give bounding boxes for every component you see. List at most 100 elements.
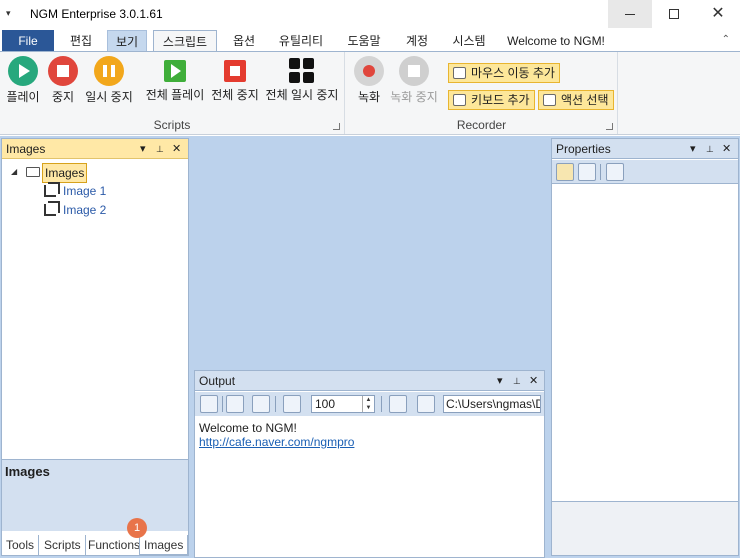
- pause-all-icon: [289, 58, 315, 84]
- list-icon[interactable]: [252, 395, 270, 413]
- folder-icon: [26, 167, 40, 177]
- add-mouse-move-button[interactable]: 마우스 이동 추가: [448, 63, 560, 83]
- line-count-value: 100: [315, 397, 336, 411]
- dropdown-icon[interactable]: ▾: [690, 139, 696, 159]
- maximize-icon: [669, 9, 679, 19]
- output-log: Welcome to NGM! http://cafe.naver.com/ng…: [199, 421, 354, 449]
- new-document-icon[interactable]: [226, 395, 244, 413]
- tab-edit[interactable]: 편집: [62, 30, 100, 52]
- images-panel-header: Images ▾ ⊥ ✕: [2, 139, 188, 159]
- close-panel-icon[interactable]: ✕: [722, 139, 731, 159]
- images-description: Images: [2, 459, 188, 531]
- stop-record-button[interactable]: 녹화 중지: [388, 56, 440, 105]
- scripts-group: 플레이 중지 일시 중지 전체 플레이 전체 중지 전체 일시 중지 Scrip…: [0, 52, 345, 134]
- description-title: Images: [5, 464, 50, 479]
- output-toolbar: 100 ▲ ▼ C:\Users\ngmas\D: [195, 392, 544, 416]
- close-panel-icon[interactable]: ✕: [172, 139, 181, 159]
- ribbon-tabs: File 편집 보기 스크립트 옵션 유틸리티 도움말 계정 시스템 Welco…: [0, 28, 740, 52]
- record-label: 녹화: [357, 90, 381, 104]
- properties-panel-header: Properties ▾ ⊥ ✕: [552, 139, 738, 159]
- properties-panel-title: Properties: [556, 142, 611, 156]
- record-button[interactable]: 녹화: [350, 56, 388, 105]
- spinner-icon[interactable]: ▲ ▼: [362, 396, 374, 412]
- tab-scripts[interactable]: Scripts: [40, 535, 86, 555]
- separator: [600, 164, 601, 180]
- separator: [381, 396, 382, 412]
- play-all-icon: [164, 60, 186, 82]
- pin-icon[interactable]: ⊥: [156, 139, 164, 159]
- quick-access-menu-icon[interactable]: ▾: [6, 8, 11, 19]
- pause-all-label: 전체 일시 중지: [265, 88, 339, 102]
- tab-images[interactable]: Images: [139, 535, 189, 555]
- pause-label: 일시 중지: [85, 90, 133, 104]
- tab-options[interactable]: 옵션: [225, 30, 263, 52]
- dropdown-icon[interactable]: ▾: [140, 139, 146, 159]
- stop-record-icon: [399, 56, 429, 86]
- maximize-button[interactable]: [652, 0, 696, 28]
- tab-view[interactable]: 보기: [107, 30, 147, 52]
- recorder-launcher-icon[interactable]: [606, 123, 613, 130]
- properties-toolbar: [552, 160, 738, 184]
- output-link[interactable]: http://cafe.naver.com/ngmpro: [199, 435, 354, 449]
- separator: [222, 396, 223, 412]
- pin-icon[interactable]: ⊥: [513, 371, 521, 391]
- record-icon: [354, 56, 384, 86]
- tree-item-label: Image 2: [63, 203, 107, 217]
- tab-account[interactable]: 계정: [398, 30, 436, 52]
- tab-help[interactable]: 도움말: [340, 30, 388, 52]
- property-pages-icon[interactable]: [606, 163, 624, 181]
- stop-button[interactable]: 중지: [47, 56, 79, 105]
- tab-system[interactable]: 시스템: [446, 30, 492, 52]
- properties-panel: Properties ▾ ⊥ ✕: [551, 138, 739, 556]
- play-button[interactable]: 플레이: [4, 56, 42, 105]
- close-button[interactable]: ✕: [696, 0, 740, 28]
- tree-item-image-1[interactable]: Image 1: [2, 182, 188, 200]
- pause-all-button[interactable]: 전체 일시 중지: [264, 56, 340, 103]
- clear-icon[interactable]: [200, 395, 218, 413]
- tab-functions[interactable]: Functions: [84, 535, 146, 555]
- stop-icon: [48, 56, 78, 86]
- tree-root[interactable]: ◢ Images: [2, 163, 188, 183]
- recorder-group-label: Recorder: [456, 118, 507, 132]
- mouse-icon: [453, 67, 466, 79]
- tab-file[interactable]: File: [2, 30, 54, 52]
- folder-open-icon[interactable]: [417, 395, 435, 413]
- stop-record-label: 녹화 중지: [390, 90, 438, 104]
- expander-icon[interactable]: ◢: [11, 163, 17, 181]
- pause-button[interactable]: 일시 중지: [84, 56, 134, 105]
- close-panel-icon[interactable]: ✕: [529, 371, 538, 391]
- save-icon[interactable]: [389, 395, 407, 413]
- collapse-ribbon-icon[interactable]: ⌃: [722, 34, 730, 45]
- separator: [275, 396, 276, 412]
- tab-welcome[interactable]: Welcome to NGM!: [502, 30, 610, 52]
- output-path-field[interactable]: C:\Users\ngmas\D: [443, 395, 541, 413]
- workspace: Images ▾ ⊥ ✕ ◢ Images Image 1 Image 2 Im…: [0, 136, 740, 558]
- alphabetical-icon[interactable]: [578, 163, 596, 181]
- dropdown-icon[interactable]: ▾: [497, 371, 503, 391]
- stop-all-icon: [224, 60, 246, 82]
- select-action-button[interactable]: 액션 선택: [538, 90, 614, 110]
- play-label: 플레이: [6, 90, 40, 104]
- stop-all-button[interactable]: 전체 중지: [209, 56, 261, 103]
- tab-script[interactable]: 스크립트: [153, 30, 217, 52]
- crop-icon: [44, 201, 60, 216]
- tree-root-label: Images: [42, 163, 88, 183]
- line-count-input[interactable]: 100 ▲ ▼: [311, 395, 375, 413]
- categorized-icon[interactable]: [556, 163, 574, 181]
- output-panel: Output ▾ ⊥ ✕ 100 ▲ ▼ C:\Users\ngmas\D Wel…: [194, 370, 545, 558]
- recorder-group: 녹화 녹화 중지 마우스 이동 추가 키보드 추가 액션 선택 Recorder: [346, 52, 618, 134]
- images-tree: ◢ Images Image 1 Image 2: [2, 161, 188, 459]
- properties-description: [552, 501, 738, 555]
- properties-grid[interactable]: [552, 185, 738, 501]
- action-icon: [543, 94, 556, 106]
- tree-item-image-2[interactable]: Image 2: [2, 201, 188, 219]
- eraser-icon[interactable]: [283, 395, 301, 413]
- add-keyboard-button[interactable]: 키보드 추가: [448, 90, 535, 110]
- ribbon: 플레이 중지 일시 중지 전체 플레이 전체 중지 전체 일시 중지 Scrip…: [0, 51, 740, 135]
- tab-tools[interactable]: Tools: [2, 535, 40, 555]
- play-all-button[interactable]: 전체 플레이: [144, 56, 206, 103]
- tab-utility[interactable]: 유틸리티: [272, 30, 330, 52]
- scripts-launcher-icon[interactable]: [333, 123, 340, 130]
- pin-icon[interactable]: ⊥: [706, 139, 714, 159]
- minimize-button[interactable]: [608, 0, 652, 28]
